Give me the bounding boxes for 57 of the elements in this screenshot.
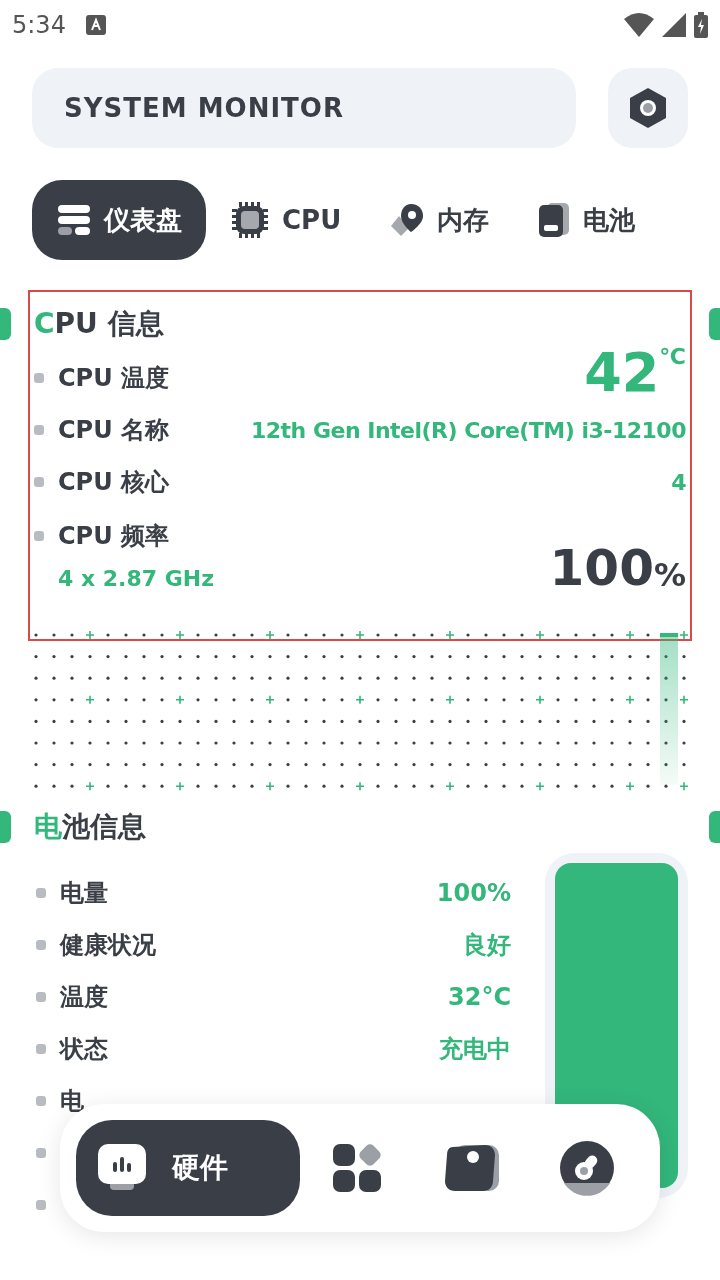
apps-icon (331, 1142, 384, 1194)
section-marker (0, 811, 11, 843)
nav-item[interactable]: 硬件 (76, 1120, 300, 1216)
info-value: 良好 (463, 930, 511, 961)
info-label: CPU 名称 (58, 415, 170, 446)
battery-icon (537, 201, 572, 239)
tab[interactable]: CPU (222, 180, 350, 260)
bullet-icon (36, 888, 46, 898)
usage-value: 100 (549, 541, 654, 595)
section-title: CPU 信息 (34, 306, 164, 342)
temperature-unit: ℃ (659, 346, 686, 368)
bullet-icon (36, 940, 46, 950)
bullet-icon (34, 425, 44, 435)
wifi-icon (624, 13, 654, 37)
info-label: CPU 温度 (58, 363, 170, 394)
dashboard-icon (56, 203, 92, 237)
bullet-icon (36, 1148, 46, 1158)
info-label: 健康状况 (60, 930, 156, 961)
bullet-icon (34, 531, 44, 541)
settings-button[interactable] (608, 68, 688, 148)
info-value: 100% (436, 878, 511, 909)
notification-icon (85, 15, 106, 35)
info-label: CPU 核心 (58, 467, 170, 498)
temperature-value: 42 (584, 346, 660, 400)
status-time: 5:34 (12, 10, 66, 41)
settings-icon (628, 86, 668, 130)
info-label: CPU 频率 (58, 521, 170, 552)
tab[interactable]: 仪表盘 (32, 180, 206, 260)
section-title: 电池信息 (34, 809, 146, 845)
bullet-icon (36, 1044, 46, 1054)
tab[interactable]: 电池 (529, 180, 644, 260)
info-value: 4 (671, 468, 686, 497)
bullet-icon (36, 1096, 46, 1106)
tab[interactable]: 内存 (381, 180, 498, 260)
battery-status-icon (694, 12, 708, 38)
tag-icon (443, 1143, 501, 1193)
app-title: SYSTEM MONITOR (64, 91, 344, 125)
bullet-icon (36, 1200, 46, 1210)
info-value: 32°C (448, 982, 511, 1013)
bullet-icon (34, 477, 44, 487)
section-marker (709, 308, 720, 340)
frequency-value: 4 x 2.87 GHz (58, 565, 215, 593)
info-label: 电量 (60, 878, 108, 909)
disc-icon (557, 1139, 616, 1197)
section-marker (0, 308, 11, 340)
bullet-icon (34, 373, 44, 383)
chip-icon (230, 200, 270, 240)
bullet-icon (36, 992, 46, 1002)
info-value: 充电中 (439, 1034, 511, 1065)
pin-icon (389, 202, 426, 238)
info-label: 状态 (60, 1034, 108, 1065)
section-marker (709, 811, 720, 843)
info-label: 温度 (60, 982, 108, 1013)
info-value: 12th Gen Intel(R) Core(TM) i3-12100 (251, 416, 686, 445)
signal-icon (662, 13, 686, 37)
info-label: 电 (60, 1086, 84, 1117)
usage-unit: % (653, 555, 686, 595)
